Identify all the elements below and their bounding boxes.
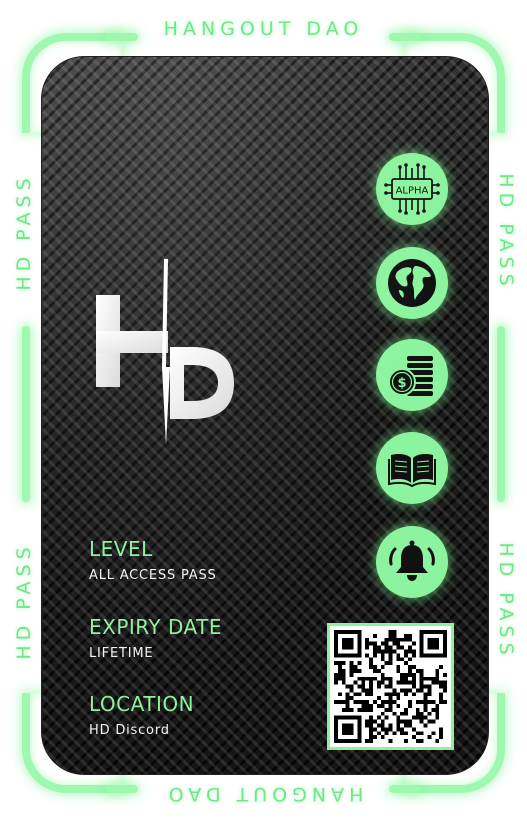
coins-icon: $ <box>388 356 433 396</box>
frame-side-label: HD PASS <box>495 173 517 291</box>
level-value: ALL ACCESS PASS <box>89 568 217 583</box>
alpha-badge-text: ALPHA <box>396 186 429 197</box>
expiry-date-label: EXPIRY DATE <box>89 615 223 639</box>
book-badge <box>376 432 448 504</box>
coins-badge: $ <box>376 339 448 411</box>
hd-logo <box>96 259 234 445</box>
pass-card: LEVEL ALL ACCESS PASS EXPIRY DATE LIFETI… <box>42 57 488 774</box>
svg-text:$: $ <box>397 376 406 391</box>
location-label: LOCATION <box>89 692 195 716</box>
expiry-date-value: LIFETIME <box>89 646 154 661</box>
frame-bar <box>497 326 505 502</box>
frame-side-label: HD PASS <box>13 542 35 660</box>
frame-title-bottom: HANGOUT DAO <box>163 783 364 805</box>
alpha-badge: ALPHA <box>376 153 448 225</box>
location-value: HD Discord <box>89 723 170 738</box>
level-label: LEVEL <box>89 537 153 561</box>
hd-pass-stage: HANGOUT DAO HANGOUT DAO HD PASS HD PASS … <box>0 0 527 820</box>
qr-code-icon <box>334 630 447 743</box>
alpha-chip-icon: ALPHA <box>384 163 440 215</box>
frame-title-top: HANGOUT DAO <box>163 18 364 40</box>
qr-code[interactable] <box>327 623 454 750</box>
bell-icon <box>389 540 435 581</box>
frame-side-label: HD PASS <box>13 173 35 291</box>
frame-side-label: HD PASS <box>495 542 517 660</box>
globe-icon <box>388 259 436 307</box>
globe-badge <box>376 247 448 319</box>
book-icon <box>388 454 436 488</box>
frame-bar <box>22 326 30 502</box>
bell-badge <box>376 526 448 598</box>
